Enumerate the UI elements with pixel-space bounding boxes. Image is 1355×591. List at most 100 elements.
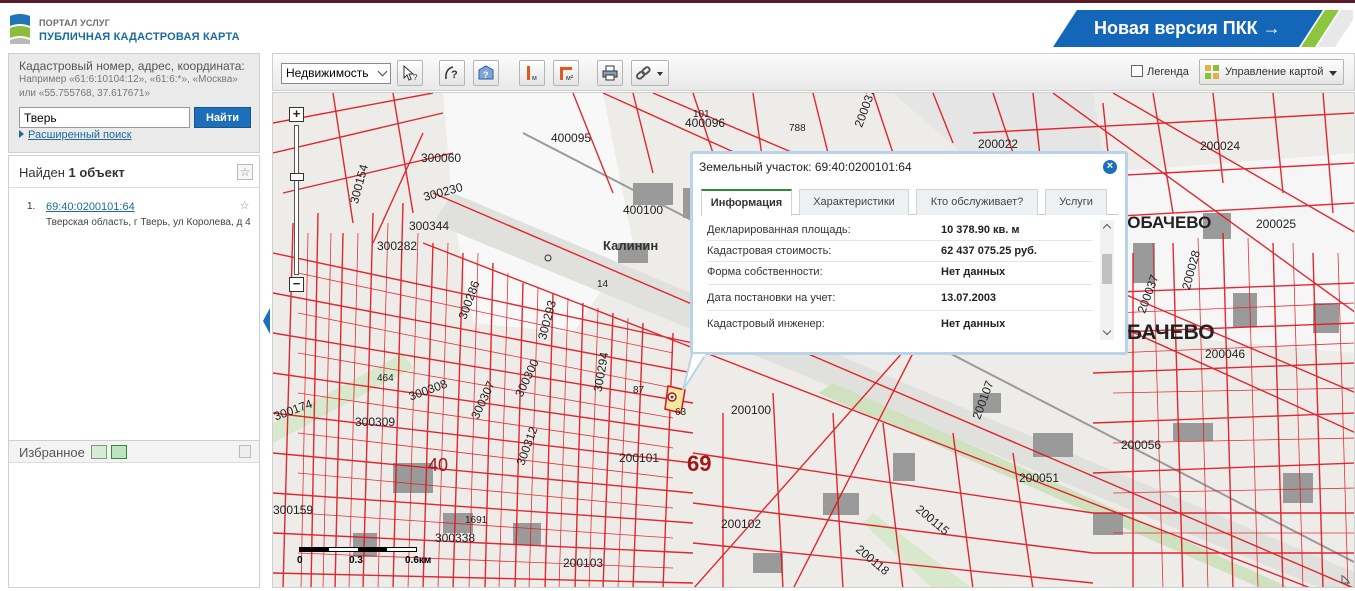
found-prefix: Найден (19, 165, 65, 180)
measure-length-button[interactable]: м (519, 60, 545, 86)
info-key: Кадастровая стоимость: (707, 245, 832, 257)
scroll-up-icon[interactable] (1102, 223, 1112, 233)
layer-select[interactable]: Недвижимость (281, 63, 391, 84)
map-label: 200046 (1205, 347, 1246, 361)
star-icon[interactable]: ☆ (237, 164, 253, 180)
map-label: 1691 (465, 515, 488, 526)
result-address: Тверская область, г Тверь, ул Королева, … (46, 217, 251, 228)
header: ПОРТАЛ УСЛУГ ПУБЛИЧНАЯ КАДАСТРОВАЯ КАРТА… (0, 0, 1355, 50)
chevron-down-icon (377, 66, 388, 77)
info-value: 13.07.2003 (941, 292, 997, 304)
tab-services[interactable]: Услуги (1045, 189, 1107, 215)
map-label: 200025 (1256, 217, 1297, 231)
search-input[interactable] (19, 107, 190, 128)
info-key: Декларированная площадь: (707, 224, 851, 236)
info-value: 62 437 075.25 руб. (941, 245, 1037, 257)
popup-pointer (682, 354, 708, 391)
trash-icon[interactable] (239, 445, 251, 458)
lasso-question-icon: ? (445, 66, 458, 81)
svg-text:?: ? (483, 70, 489, 80)
export-excel-icon[interactable] (111, 445, 127, 459)
map-control-label: Управление картой (1225, 66, 1324, 78)
map-label: 200103 (563, 556, 604, 570)
advanced-search-label: Расширенный поиск (28, 129, 132, 141)
result-number: 1. (27, 201, 36, 212)
select-rect-button[interactable]: ? (473, 60, 499, 86)
map-control-dropdown[interactable]: Управление картой (1199, 59, 1344, 85)
info-key: Форма собственности: (707, 266, 823, 278)
legend-toggle[interactable]: Легенда (1131, 65, 1189, 78)
scroll-down-icon[interactable] (1102, 326, 1112, 336)
link-button[interactable] (631, 60, 669, 86)
parcel-info-popup: Земельный участок: 69:40:0200101:64 × Ин… (690, 151, 1128, 355)
measure-area-button[interactable]: м² (553, 60, 579, 86)
found-count: 1 (68, 165, 76, 180)
link-icon (635, 66, 663, 80)
print-button[interactable] (597, 60, 623, 86)
tab-who-serves[interactable]: Кто обслуживает? (916, 189, 1038, 215)
resize-icon[interactable] (1340, 573, 1352, 585)
search-hint: Кадастровый номер, адрес, координата: (19, 59, 245, 73)
zoom-slider-track[interactable] (294, 125, 299, 275)
zoom-out-button[interactable]: − (289, 277, 304, 292)
search-example: Например «61:6:10104:12», «61:6:*», «Мос… (19, 74, 238, 99)
row-divider (707, 261, 1093, 262)
close-icon[interactable]: × (1103, 160, 1117, 174)
advanced-search-link[interactable]: Расширенный поиск (19, 129, 132, 141)
map-label: 63 (675, 407, 687, 418)
scrollbar-thumb[interactable] (1102, 254, 1112, 284)
star-icon[interactable]: ☆ (238, 201, 251, 214)
map-label: 300309 (355, 415, 396, 429)
tab-characteristics[interactable]: Характеристики (799, 189, 909, 215)
map-label: 300159 (273, 503, 314, 517)
row-divider (707, 310, 1093, 311)
popup-scrollbar[interactable] (1100, 220, 1114, 340)
new-version-link[interactable]: Новая версия ПКК → (1094, 18, 1281, 39)
row-divider (707, 240, 1093, 241)
legend-checkbox[interactable] (1131, 65, 1143, 77)
map-label: 200051 (1019, 471, 1060, 485)
scale-label: 0.6км (405, 555, 432, 566)
cursor-question-icon: ? (403, 64, 418, 82)
select-area-button[interactable]: ? (439, 60, 465, 86)
portal-big-label: ПУБЛИЧНАЯ КАДАСТРОВАЯ КАРТА (39, 31, 240, 43)
search-button[interactable]: Найти (194, 107, 251, 128)
import-icon[interactable] (91, 445, 107, 459)
map-label: 200024 (1200, 139, 1241, 153)
zoom-control[interactable]: + − (289, 107, 305, 293)
map-label: 200022 (978, 137, 1019, 151)
favorites-title: Избранное (19, 445, 85, 460)
identify-button[interactable]: ? (397, 60, 423, 86)
zoom-in-button[interactable]: + (289, 107, 304, 122)
popup-tabs: Информация Характеристики Кто обслуживае… (701, 189, 1119, 216)
map-label: 300344 (409, 219, 450, 233)
favorites-panel: Избранное (8, 440, 260, 588)
svg-text:?: ? (413, 73, 418, 82)
info-key: Кадастровый инженер: (707, 318, 825, 330)
region-number-label: 69 (687, 451, 712, 476)
tab-information[interactable]: Информация (701, 189, 792, 216)
info-key: Дата постановки на учет: (707, 292, 836, 304)
map-label: 101 (693, 109, 710, 120)
scale-label: 0.3 (349, 555, 363, 566)
map-label: 300338 (435, 531, 476, 545)
result-link[interactable]: 69:40:0200101:64 (46, 201, 135, 213)
area-ruler-icon: м² (560, 67, 574, 82)
svg-text:м²: м² (566, 75, 574, 82)
portal-small-label: ПОРТАЛ УСЛУГ (39, 18, 110, 28)
station-label: Калинин (603, 238, 659, 253)
info-value: Нет данных (941, 266, 1006, 278)
map-label: 300060 (421, 151, 462, 165)
zoom-slider-handle[interactable] (290, 173, 304, 181)
row-divider (707, 284, 1093, 285)
printer-icon (602, 65, 618, 81)
map-label: 200102 (721, 517, 762, 531)
collapse-panel-icon[interactable] (263, 308, 270, 334)
chevron-down-icon (1329, 71, 1337, 76)
info-value: 10 378.90 кв. м (941, 224, 1020, 236)
scale-bar-graphic (299, 547, 417, 552)
found-suffix: объект (79, 165, 125, 180)
map-label: 400100 (623, 203, 664, 217)
portal-title[interactable]: ПОРТАЛ УСЛУГ ПУБЛИЧНАЯ КАДАСТРОВАЯ КАРТА (39, 16, 240, 44)
favorites-tools (91, 445, 131, 462)
